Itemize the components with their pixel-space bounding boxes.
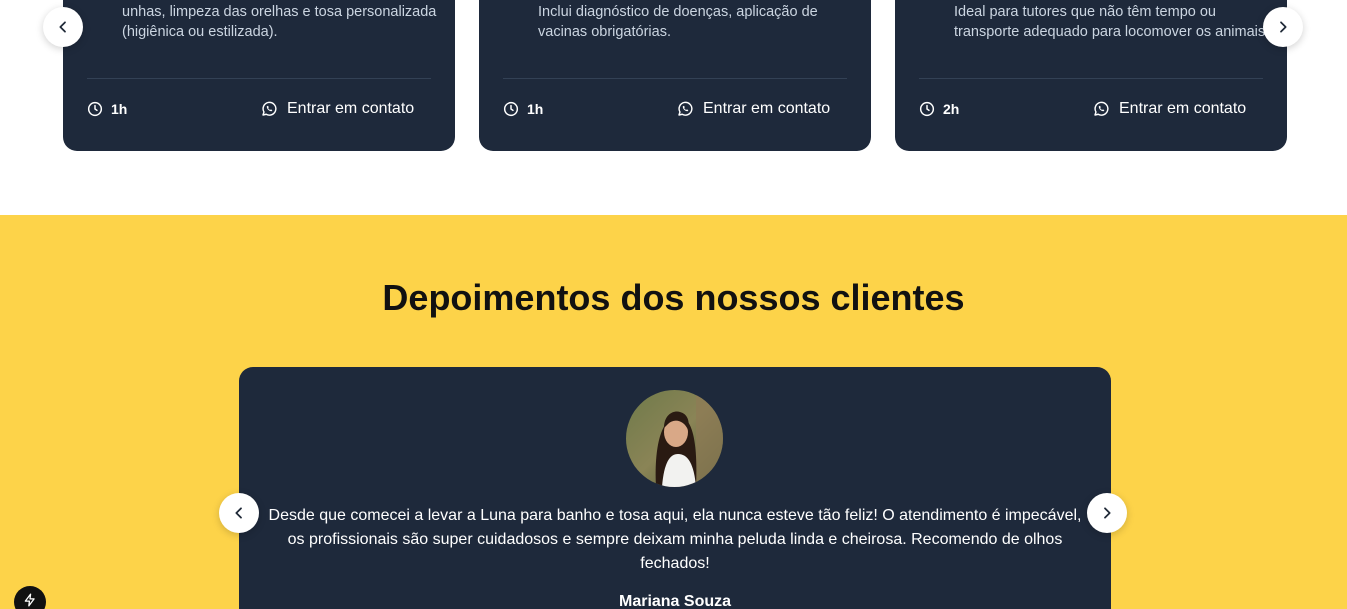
clock-icon	[87, 101, 103, 117]
whatsapp-icon	[262, 101, 277, 116]
service-card-2: Inclui diagnóstico de doenças, aplicação…	[479, 0, 871, 151]
chevron-right-icon	[1104, 507, 1111, 519]
testimonial-author: Mariana Souza	[618, 593, 732, 609]
service-card-1: unhas, limpeza das orelhas e tosa person…	[63, 0, 455, 151]
contact-label: Entrar em contato	[703, 100, 831, 117]
card-divider	[503, 78, 847, 79]
whatsapp-icon	[1094, 101, 1109, 116]
service-description: Inclui diagnóstico de doenças, aplicação…	[538, 4, 818, 40]
clock-icon	[503, 101, 519, 117]
testimonial-quote: Desde que comecei a levar a Luna para ba…	[268, 507, 1082, 572]
avatar	[626, 390, 723, 487]
services-next-button[interactable]	[1263, 7, 1303, 47]
contact-button[interactable]: Entrar em contato	[1092, 100, 1246, 118]
testimonials-section: Depoimentos dos nossos clientes Desde qu…	[0, 215, 1347, 609]
duration-label: 2h	[943, 101, 960, 117]
testimonial-prev-button[interactable]	[219, 493, 259, 533]
chevron-right-icon	[1280, 21, 1287, 33]
service-duration: 1h	[503, 101, 543, 117]
services-section: unhas, limpeza das orelhas e tosa person…	[0, 0, 1347, 215]
contact-button[interactable]: Entrar em contato	[260, 100, 414, 118]
section-title: Depoimentos dos nossos clientes	[382, 277, 965, 318]
chevron-left-icon	[59, 21, 66, 33]
card-divider	[919, 78, 1263, 79]
duration-label: 1h	[527, 101, 544, 117]
testimonial-card: Desde que comecei a levar a Luna para ba…	[239, 367, 1111, 609]
contact-label: Entrar em contato	[287, 100, 415, 117]
service-card-3: Ideal para tutores que não têm tempo ou …	[895, 0, 1287, 151]
service-description: Ideal para tutores que não têm tempo ou …	[954, 4, 1270, 40]
service-duration: 1h	[87, 101, 127, 117]
whatsapp-icon	[678, 101, 693, 116]
service-description: unhas, limpeza das orelhas e tosa person…	[122, 4, 437, 40]
clock-icon	[919, 101, 935, 117]
lightning-icon	[24, 593, 35, 607]
chevron-left-icon	[235, 507, 242, 519]
service-duration: 2h	[919, 101, 959, 117]
card-divider	[87, 78, 431, 79]
services-prev-button[interactable]	[43, 7, 83, 47]
duration-label: 1h	[111, 101, 128, 117]
contact-button[interactable]: Entrar em contato	[676, 100, 830, 118]
contact-label: Entrar em contato	[1119, 100, 1247, 117]
testimonial-next-button[interactable]	[1087, 493, 1127, 533]
